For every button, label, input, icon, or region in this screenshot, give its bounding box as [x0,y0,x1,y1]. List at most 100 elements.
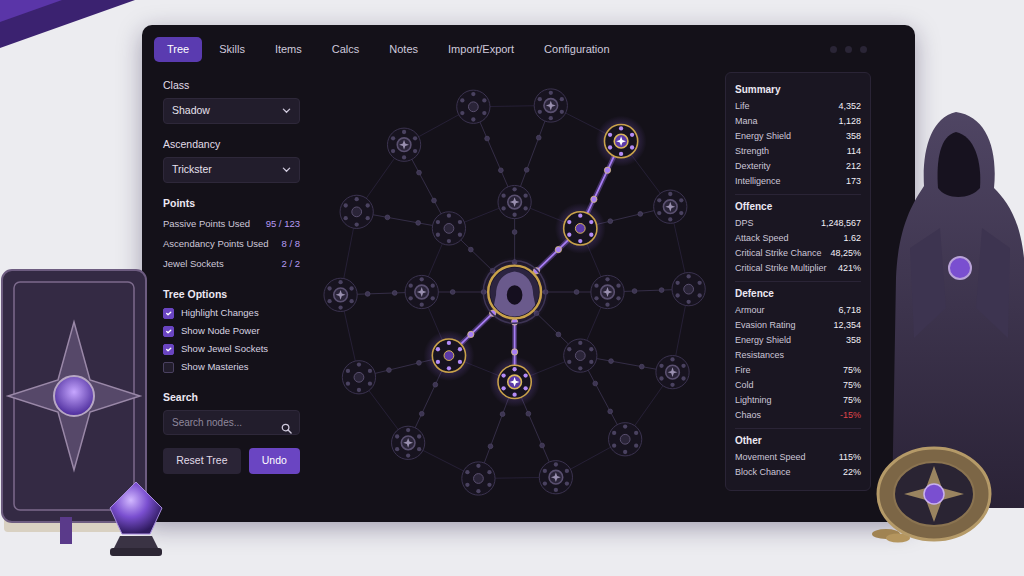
tree-node[interactable] [457,90,490,123]
tree-node[interactable] [591,275,624,308]
stat-value: 421% [838,261,861,276]
tree-node[interactable] [672,273,705,306]
stat-value: 75% [843,378,861,393]
points-row: Jewel Sockets2 / 2 [163,254,300,274]
points-value: 2 / 2 [282,254,301,274]
option-label: Show Masteries [181,360,249,374]
tree-node[interactable] [654,190,687,223]
tree-canvas[interactable] [314,72,725,512]
stat-label: Attack Speed [735,231,789,246]
points-label: Ascendancy Points Used [163,234,269,254]
tree-node[interactable] [424,330,475,381]
stat-value: 358 [846,333,861,348]
tree-node[interactable] [596,116,647,167]
stat-label: Energy Shield [735,333,791,348]
search-section: Search [163,391,300,435]
section-title: Offence [735,199,861,214]
tree-node[interactable] [432,212,465,245]
reset-button[interactable]: Reset Tree [163,448,241,474]
stat-value: 4,352 [838,99,861,114]
tree-links [341,105,689,478]
search-icon[interactable] [281,423,292,434]
stat-label: Lightning [735,393,772,408]
section-title: Points [163,197,300,210]
tab[interactable]: Tree [154,37,202,62]
option-checkbox[interactable] [163,344,174,355]
search-input[interactable] [163,410,300,435]
option-checkbox[interactable] [163,308,174,319]
tree-node[interactable] [405,275,438,308]
stat-value: 115% [839,450,861,465]
stat-row: Intelligence173 [735,174,861,189]
section-title: Tree Options [163,288,300,301]
stat-value: 6,718 [838,303,861,318]
stat-label: Block Chance [735,465,791,480]
tree-node[interactable] [498,185,531,218]
tree-node[interactable] [387,128,420,161]
stat-row: Fire75% [735,363,861,378]
tree-node[interactable] [392,426,425,459]
stat-value: 22% [843,465,861,480]
stats-section: OffenceDPS1,248,567Attack Speed1.62Criti… [735,195,861,282]
option-checkbox[interactable] [163,326,174,337]
section-title: Other [735,433,861,448]
class-label: Class [163,79,300,92]
option-row[interactable]: Show Jewel Sockets [163,341,300,359]
stat-label: Evasion Rating [735,318,796,333]
stats-section: Other Movement Speed 115% Block Chance 22% [735,429,861,485]
stat-label: Movement Speed [735,450,806,465]
tab[interactable]: Notes [376,37,431,62]
option-label: Highlight Changes [181,306,259,320]
points-row: Ascendancy Points Used8 / 8 [163,234,300,254]
stat-value: 48,25% [830,246,861,261]
stat-label: Fire [735,363,751,378]
tab[interactable]: Configuration [531,37,622,62]
stat-label: Mana [735,114,758,129]
tree-node[interactable] [489,357,540,408]
tab-bar: TreeSkillsItemsCalcsNotesImport/ExportCo… [154,37,871,62]
window-dot[interactable] [845,46,852,53]
tree-node[interactable] [656,356,689,389]
tree-node[interactable] [534,89,567,122]
class-portrait-icon[interactable] [479,257,549,327]
passive-tree[interactable] [314,72,725,512]
stat-value: 358 [846,129,861,144]
tree-node[interactable] [462,462,495,495]
stat-label: Strength [735,144,769,159]
tree-node[interactable] [539,461,572,494]
tab[interactable]: Skills [206,37,258,62]
window-dot[interactable] [830,46,837,53]
option-label: Show Jewel Sockets [181,342,268,356]
app-window: TreeSkillsItemsCalcsNotesImport/ExportCo… [142,25,915,522]
tab[interactable]: Calcs [319,37,373,62]
sidebar: ClassShadowAscendancyTricksterPointsPass… [154,72,314,512]
stat-value: 212 [846,159,861,174]
option-row[interactable]: Highlight Changes [163,305,300,323]
option-row[interactable]: Show Node Power [163,323,300,341]
section-title: Summary [735,82,861,97]
stats-section: DefenceArmour6,718Evasion Rating12,354En… [735,282,861,429]
stat-label: Armour [735,303,765,318]
tree-node[interactable] [609,423,642,456]
stat-label: Cold [735,378,754,393]
stat-row: Dexterity 212 [735,159,861,174]
stat-row: Life4,352 [735,99,861,114]
undo-button[interactable]: Undo [249,448,300,474]
tree-node[interactable] [555,203,606,254]
option-row[interactable]: Show Masteries [163,359,300,377]
stat-row: Critical Strike Chance48,25% [735,246,861,261]
stat-row: Evasion Rating12,354 [735,318,861,333]
tree-node[interactable] [342,361,375,394]
tab[interactable]: Import/Export [435,37,527,62]
tree-node[interactable] [340,195,373,228]
ascendancy-dropdown[interactable]: Trickster [163,157,300,183]
tree-node[interactable] [564,339,597,372]
stat-label: Chaos [735,408,761,423]
option-checkbox[interactable] [163,362,174,373]
tree-node[interactable] [324,278,357,311]
window-dot[interactable] [860,46,867,53]
tab[interactable]: Items [262,37,315,62]
stat-label: Dexterity [735,159,771,174]
stat-value: -15% [840,408,861,423]
class-dropdown[interactable]: Shadow [163,98,300,124]
